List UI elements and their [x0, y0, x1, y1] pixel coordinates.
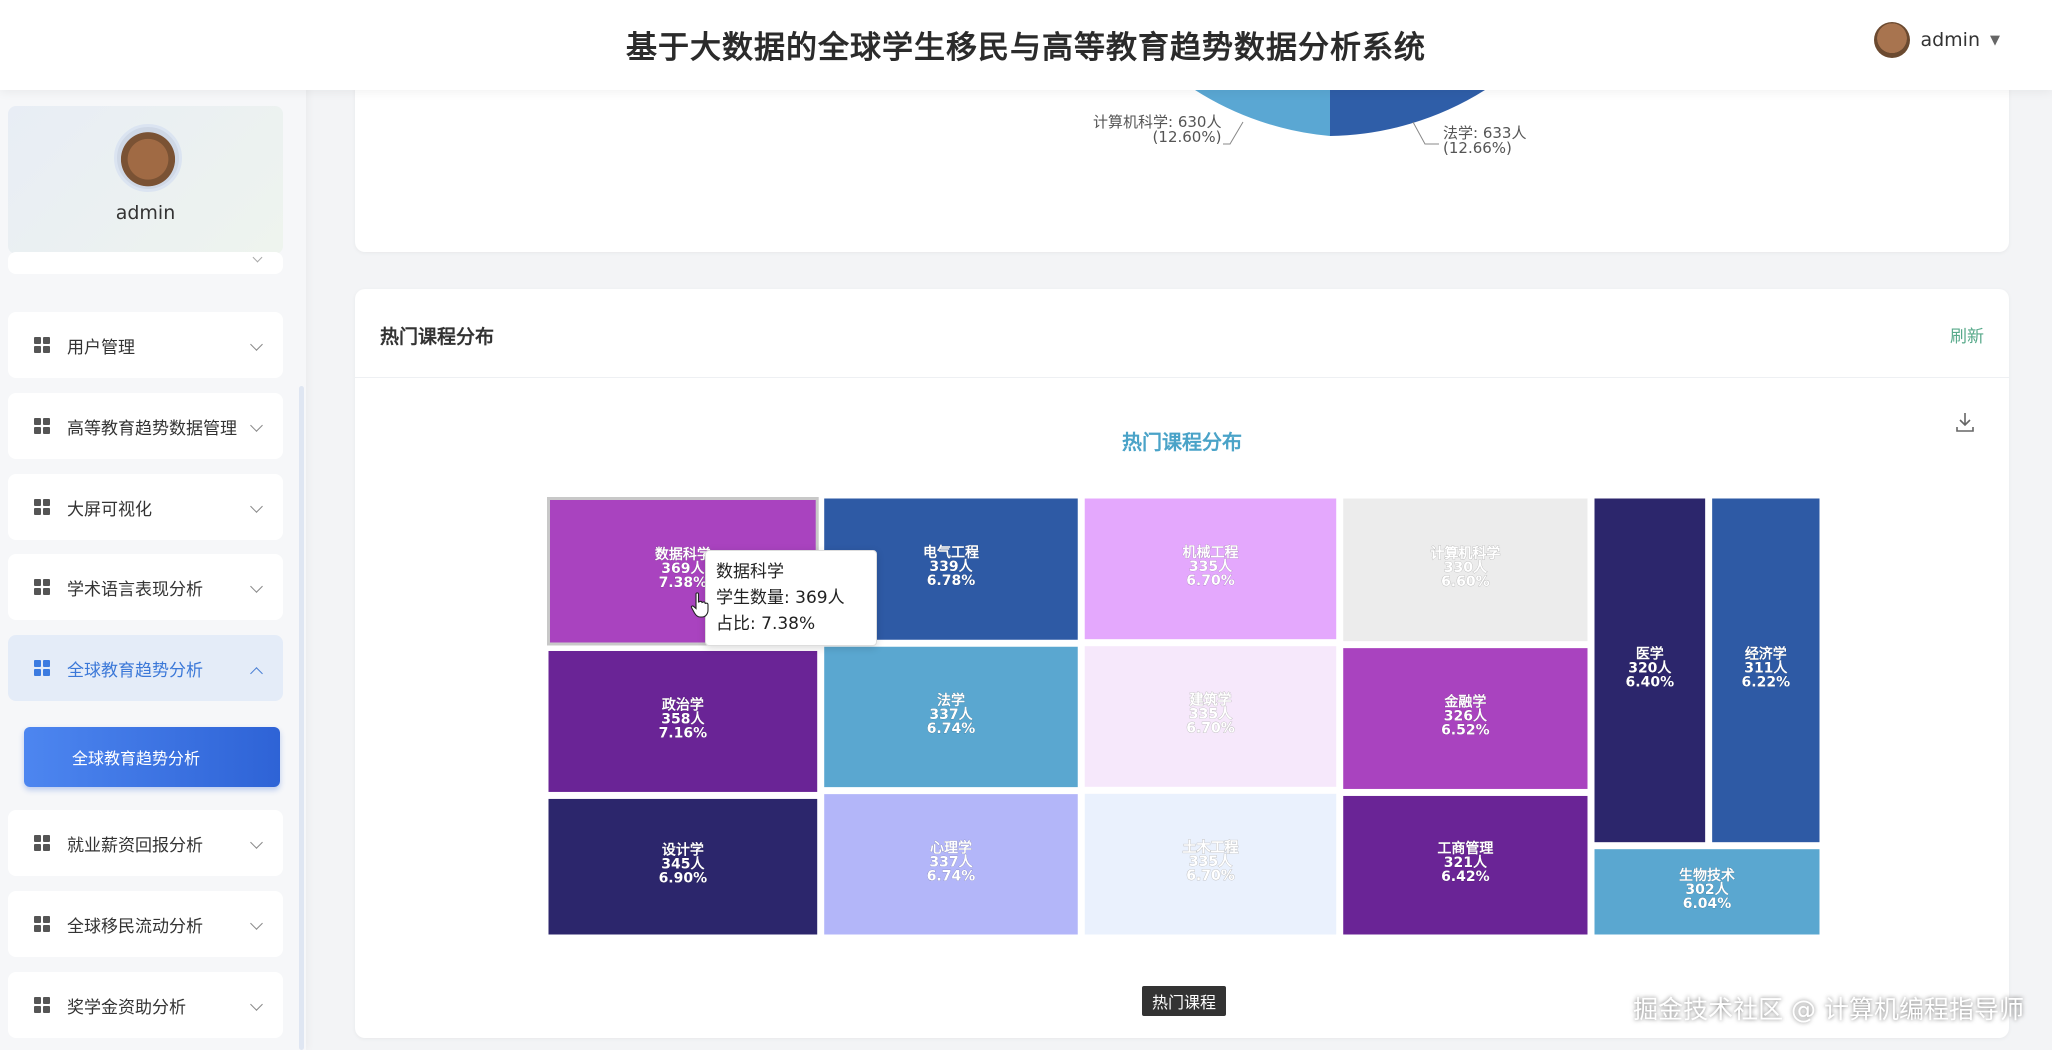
treemap-cell[interactable]: 机械工程335人6.70%: [1084, 498, 1337, 640]
treemap-cell[interactable]: 工商管理321人6.42%: [1343, 795, 1588, 935]
popular-courses-card: 热门课程分布 刷新 热门课程分布 数据科学 369人 7.38% 政治学 358人 7.1…: [355, 289, 2009, 1038]
sidebar-item-salary[interactable]: 就业薪资回报分析: [8, 810, 283, 876]
sidebar-item-big-screen[interactable]: 大屏可视化: [8, 474, 283, 540]
sidebar-item-label: 全球教育趋势分析: [67, 660, 203, 681]
grid-icon: [34, 418, 50, 434]
sidebar-item-global-education[interactable]: 全球教育趋势分析: [8, 635, 283, 701]
sidebar-item-academic-language[interactable]: 学术语言表现分析: [8, 554, 283, 620]
grid-icon: [34, 997, 50, 1013]
treemap-label-pct: 6.40%: [1626, 674, 1675, 690]
chevron-down-icon: [250, 500, 263, 513]
treemap-cell[interactable]: 建筑学335人6.70%: [1084, 646, 1337, 787]
sidebar-item-migration[interactable]: 全球移民流动分析: [8, 891, 283, 957]
treemap-cell[interactable]: 经济学311人6.22%: [1712, 498, 1820, 843]
treemap-label-pct: 6.52%: [1441, 723, 1490, 739]
treemap-label-pct: 6.74%: [927, 868, 976, 884]
treemap-label-pct: 6.70%: [1186, 868, 1235, 884]
treemap-label-pct: 6.22%: [1742, 674, 1791, 690]
pie-leader-line: [1412, 121, 1439, 145]
tooltip-pct: 占比: 7.38%: [716, 614, 816, 634]
treemap-cell[interactable]: 土木工程335人6.70%: [1084, 793, 1337, 935]
pie-label-line: (12.60%): [1152, 128, 1222, 146]
user-menu[interactable]: admin ▼: [1874, 22, 2000, 58]
hand-cursor-icon: [690, 592, 709, 618]
tooltip-count: 学生数量: 369人: [716, 588, 845, 608]
treemap-cell[interactable]: 生物技术302人6.04%: [1594, 849, 1820, 935]
treemap-label-pct: 7.16%: [659, 725, 708, 741]
chevron-down-icon: [250, 338, 263, 351]
chevron-down-icon: [250, 580, 263, 593]
sidebar-item-label: 就业薪资回报分析: [67, 835, 203, 856]
sidebar-item-scholarship[interactable]: 奖学金资助分析: [8, 972, 283, 1038]
user-avatar[interactable]: [1874, 22, 1911, 58]
grid-icon: [34, 579, 50, 595]
treemap-label-pct: 6.90%: [659, 871, 708, 887]
pie-label-computer-science: 计算机科学: 630人 (12.60%): [1093, 115, 1221, 145]
treemap-cell[interactable]: 设计学345人6.90%: [548, 798, 818, 935]
sidebar-item-label: 用户管理: [67, 337, 135, 358]
sidebar-item-label: 大屏可视化: [67, 499, 152, 520]
treemap-label-pct: 7.38%: [659, 575, 708, 591]
treemap-label-pct: 6.70%: [1186, 573, 1235, 589]
sidebar-item-label: 全球移民流动分析: [67, 916, 203, 937]
top-header: 基于大数据的全球学生移民与高等教育趋势数据分析系统 admin ▼: [0, 0, 2052, 90]
grid-icon: [34, 660, 50, 676]
grid-icon: [34, 835, 50, 851]
sidebar-scrollbar[interactable]: [299, 386, 304, 1050]
pie-leader-line: [1223, 121, 1244, 145]
profile-avatar: [114, 124, 182, 192]
sidebar-item-label: 高等教育趋势数据管理: [67, 418, 237, 439]
treemap-chart: 数据科学369人7.38%政治学358人7.16%设计学345人6.90%电气工…: [547, 497, 1820, 935]
app-title: 基于大数据的全球学生移民与高等教育趋势数据分析系统: [626, 30, 1426, 66]
treemap-cell[interactable]: 医学320人6.40%: [1594, 498, 1706, 843]
treemap-label-pct: 6.78%: [927, 573, 976, 589]
treemap-cell[interactable]: 计算机科学330人6.60%: [1343, 498, 1588, 642]
profile-card: admin: [8, 106, 283, 254]
treemap-label-pct: 6.42%: [1441, 869, 1490, 885]
sub-item-label: 全球教育趋势分析: [72, 749, 201, 768]
profile-name: admin: [115, 202, 176, 224]
sidebar-item-user-management[interactable]: 用户管理: [8, 312, 283, 378]
chevron-down-icon: [250, 836, 263, 849]
treemap-cell[interactable]: 政治学358人7.16%: [548, 650, 818, 792]
user-name[interactable]: admin: [1920, 29, 1980, 51]
chevron-down-icon: [250, 419, 263, 432]
chevron-up-icon: [250, 667, 263, 680]
chart-tooltip: 数据科学 学生数量: 369人 占比: 7.38%: [705, 550, 877, 646]
caret-down-icon[interactable]: ▼: [1990, 33, 2000, 48]
treemap-cell[interactable]: 法学337人6.74%: [824, 646, 1078, 788]
treemap-cell[interactable]: 金融学326人6.52%: [1343, 648, 1588, 789]
watermark: 掘金技术社区 @ 计算机编程指导师: [1633, 995, 2024, 1024]
treemap-cell[interactable]: 心理学337人6.74%: [824, 794, 1078, 935]
treemap-label-pct: 6.74%: [927, 721, 976, 737]
treemap-label-pct: 6.70%: [1186, 721, 1235, 737]
breadcrumb-tag[interactable]: 热门课程: [1142, 986, 1227, 1016]
treemap-label-pct: 6.04%: [1683, 896, 1732, 912]
sidebar-item-label: 奖学金资助分析: [67, 997, 186, 1018]
grid-icon: [34, 337, 50, 353]
chevron-down-icon: [250, 998, 263, 1011]
menu-item-partial[interactable]: [8, 252, 283, 274]
chevron-down-icon: [250, 917, 263, 930]
grid-icon: [34, 499, 50, 515]
sidebar-item-education-data[interactable]: 高等教育趋势数据管理: [8, 393, 283, 459]
sub-item-global-education[interactable]: 全球教育趋势分析: [24, 727, 280, 787]
sidebar-item-label: 学术语言表现分析: [67, 579, 203, 600]
treemap-label-pct: 6.60%: [1441, 574, 1490, 590]
tooltip-name: 数据科学: [716, 562, 784, 582]
pie-label-law: 法学: 633人 (12.66%): [1443, 126, 1526, 156]
grid-icon: [34, 916, 50, 932]
pie-label-line: (12.66%): [1443, 139, 1512, 157]
